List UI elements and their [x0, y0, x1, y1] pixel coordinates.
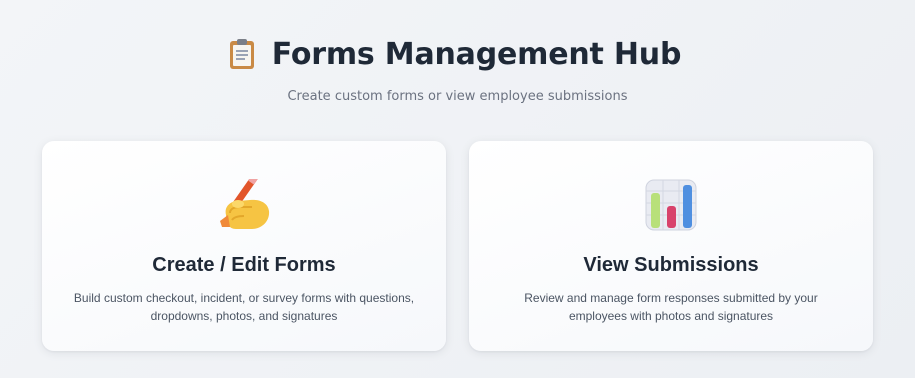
page-title: Forms Management Hub [271, 36, 682, 72]
clipboard-icon [229, 39, 254, 69]
card-title: View Submissions [583, 254, 759, 276]
writing-hand-icon [216, 174, 272, 233]
view-submissions-card[interactable]: View Submissions Review and manage form … [469, 141, 873, 351]
card-description: Build custom checkout, incident, or surv… [73, 291, 415, 323]
bar-chart-icon [643, 179, 699, 233]
card-description: Review and manage form responses submitt… [524, 291, 818, 323]
create-edit-forms-card[interactable]: Create / Edit Forms Build custom checkou… [42, 141, 446, 351]
card-title: Create / Edit Forms [152, 254, 336, 276]
page-subtitle: Create custom forms or view employee sub… [287, 89, 628, 104]
title-row: Forms Management Hub [0, 33, 915, 75]
